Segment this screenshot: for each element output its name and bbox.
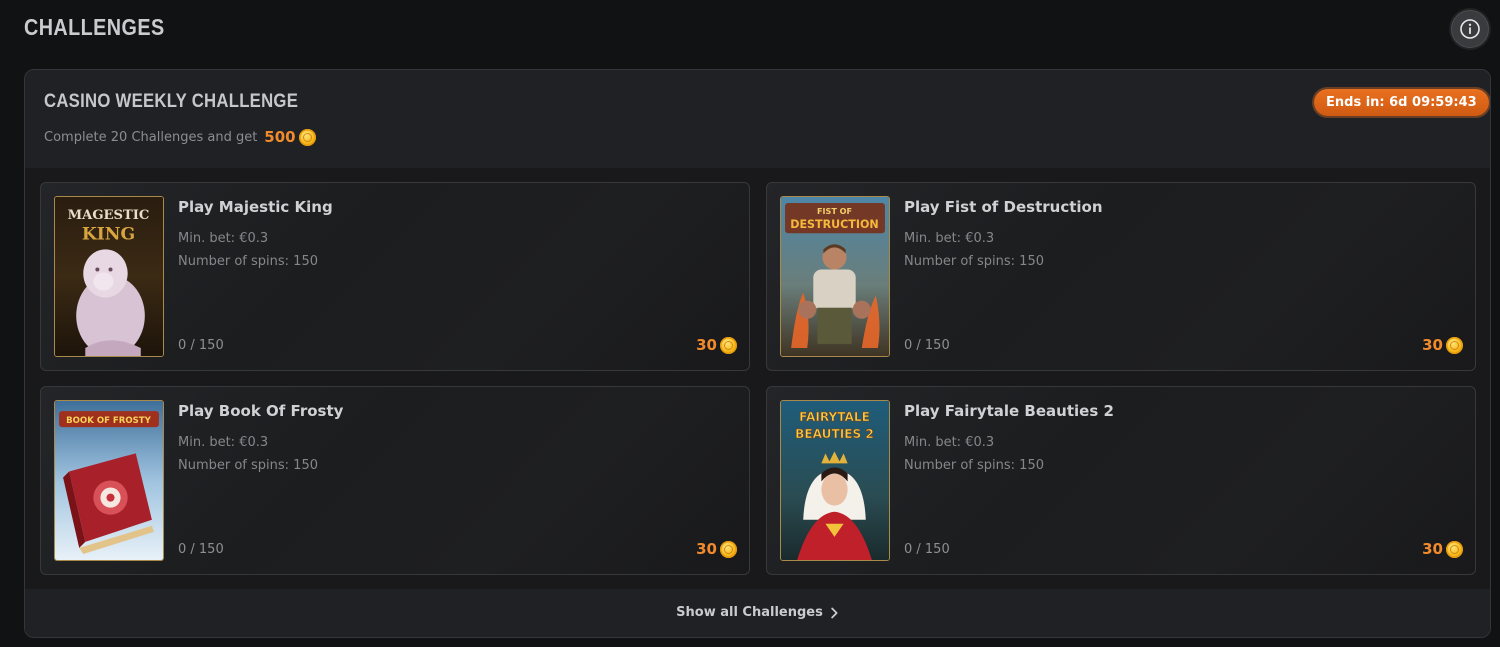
svg-text:BEAUTIES 2: BEAUTIES 2 bbox=[795, 427, 874, 441]
coin-icon bbox=[1446, 540, 1463, 558]
ends-in-badge: Ends in: 6d 09:59:43 bbox=[1314, 89, 1489, 116]
challenge-card-title: Play Book Of Frosty bbox=[178, 402, 344, 420]
svg-text:BOOK OF FROSTY: BOOK OF FROSTY bbox=[66, 416, 152, 426]
svg-text:DESTRUCTION: DESTRUCTION bbox=[790, 218, 878, 231]
svg-text:FAIRYTALE: FAIRYTALE bbox=[799, 410, 870, 424]
challenge-card-fist-of-destruction[interactable]: FIST OF DESTRUCTION Play Fist of Destruc… bbox=[766, 182, 1476, 371]
challenge-card-spins: Number of spins: 150 bbox=[904, 254, 1044, 269]
challenge-subtitle: Complete 20 Challenges and get 500 bbox=[44, 128, 316, 146]
info-button[interactable] bbox=[1451, 10, 1489, 48]
challenge-card-progress: 0 / 150 bbox=[904, 542, 950, 557]
challenge-reward: 500 bbox=[264, 128, 296, 146]
challenge-card-title: Play Fairytale Beauties 2 bbox=[904, 402, 1114, 420]
challenge-card-title: Play Majestic King bbox=[178, 198, 333, 216]
coin-icon bbox=[720, 336, 737, 354]
game-thumbnail-fairytale-beauties-2[interactable]: FAIRYTALE BEAUTIES 2 bbox=[780, 400, 890, 561]
challenge-card-min-bet: Min. bet: €0.3 bbox=[904, 231, 995, 246]
challenge-card-book-of-frosty[interactable]: BOOK OF FROSTY Play Book Of Frosty Min. … bbox=[40, 386, 750, 575]
challenge-card-fairytale-beauties-2[interactable]: FAIRYTALE BEAUTIES 2 Play Fairytale Beau… bbox=[766, 386, 1476, 575]
challenge-card-reward: 30 bbox=[1422, 336, 1463, 354]
game-thumbnail-fist-of-destruction[interactable]: FIST OF DESTRUCTION bbox=[780, 196, 890, 357]
chevron-right-icon bbox=[831, 607, 839, 619]
challenge-card-spins: Number of spins: 150 bbox=[178, 254, 318, 269]
game-thumbnail-book-of-frosty[interactable]: BOOK OF FROSTY bbox=[54, 400, 164, 561]
challenge-card-spins: Number of spins: 150 bbox=[178, 458, 318, 473]
challenge-card-progress: 0 / 150 bbox=[904, 338, 950, 353]
challenge-card-reward-value: 30 bbox=[1422, 540, 1443, 558]
challenge-card-reward: 30 bbox=[696, 336, 737, 354]
challenge-card-reward-value: 30 bbox=[1422, 336, 1443, 354]
challenge-card-reward: 30 bbox=[1422, 540, 1463, 558]
challenge-card-title: Play Fist of Destruction bbox=[904, 198, 1103, 216]
show-all-label: Show all Challenges bbox=[676, 605, 823, 620]
challenge-card-reward: 30 bbox=[696, 540, 737, 558]
challenge-card-majestic-king[interactable]: MAGESTIC KING Play Majestic King Min. be… bbox=[40, 182, 750, 371]
challenge-card-reward-value: 30 bbox=[696, 336, 717, 354]
coin-icon bbox=[720, 540, 737, 558]
challenge-header: CASINO WEEKLY CHALLENGE Complete 20 Chal… bbox=[25, 70, 1490, 168]
weekly-challenge-panel: CASINO WEEKLY CHALLENGE Complete 20 Chal… bbox=[24, 69, 1491, 638]
challenge-footer: Show all Challenges bbox=[25, 589, 1490, 637]
challenge-card-min-bet: Min. bet: €0.3 bbox=[904, 435, 995, 450]
svg-text:FIST OF: FIST OF bbox=[817, 207, 852, 216]
coin-icon bbox=[298, 128, 316, 146]
page-title: CHALLENGES bbox=[24, 14, 165, 40]
challenge-card-progress: 0 / 150 bbox=[178, 542, 224, 557]
challenge-card-min-bet: Min. bet: €0.3 bbox=[178, 231, 269, 246]
challenge-subtitle-text: Complete 20 Challenges and get bbox=[44, 129, 258, 145]
challenge-card-min-bet: Min. bet: €0.3 bbox=[178, 435, 269, 450]
game-thumbnail-majestic-king[interactable]: MAGESTIC KING bbox=[54, 196, 164, 357]
challenge-card-reward-value: 30 bbox=[696, 540, 717, 558]
coin-icon bbox=[1446, 336, 1463, 354]
challenges-page: CHALLENGES CASINO WEEKLY CHALLENGE Compl… bbox=[0, 0, 1500, 647]
info-icon bbox=[1460, 19, 1480, 39]
challenge-title: CASINO WEEKLY CHALLENGE bbox=[44, 91, 299, 112]
svg-text:KING: KING bbox=[82, 224, 135, 244]
svg-text:MAGESTIC: MAGESTIC bbox=[68, 208, 150, 223]
challenge-card-progress: 0 / 150 bbox=[178, 338, 224, 353]
show-all-challenges-link[interactable]: Show all Challenges bbox=[676, 605, 839, 620]
challenge-card-spins: Number of spins: 150 bbox=[904, 458, 1044, 473]
